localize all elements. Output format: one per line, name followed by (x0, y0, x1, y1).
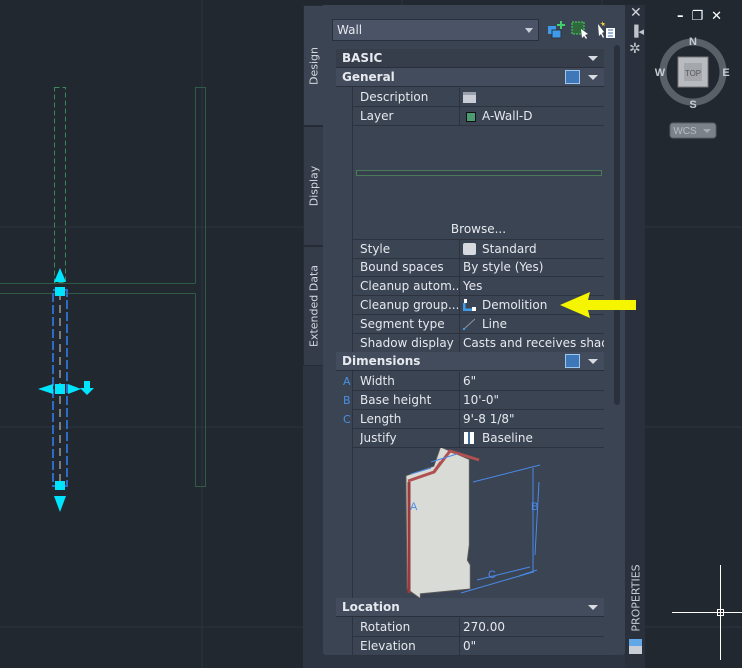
justify-icon (464, 432, 474, 444)
description-icon[interactable] (463, 92, 476, 103)
svg-text:S: S (689, 99, 696, 111)
svg-text:TOP: TOP (685, 69, 701, 78)
object-type-dropdown[interactable]: Wall (332, 19, 539, 41)
property-row-base-height[interactable]: Base height 10'-0" (353, 391, 604, 410)
property-row-layer[interactable]: Layer A-Wall-D (353, 107, 604, 126)
property-row-rotation[interactable]: Rotation 270.00 (353, 618, 604, 637)
select-objects-icon[interactable] (596, 20, 616, 40)
chevron-down-icon (525, 28, 533, 33)
section-general[interactable]: General (336, 68, 604, 87)
cleanup-group-icon (463, 299, 476, 311)
section-dimensions[interactable]: Dimensions (336, 352, 604, 371)
indent-column (336, 87, 353, 655)
style-preview: Browse... (353, 126, 604, 240)
collapse-icon[interactable] (588, 605, 598, 610)
tab-display[interactable]: Display (303, 126, 324, 246)
properties-icon (629, 639, 642, 654)
property-row-width[interactable]: Width 6" (353, 372, 604, 391)
svg-text:W: W (655, 67, 666, 79)
add-selection-icon[interactable] (546, 20, 566, 40)
collapse-icon[interactable] (588, 75, 598, 80)
scrollbar[interactable] (614, 45, 620, 405)
property-row-bound-spaces[interactable]: Bound spaces By style (Yes) (353, 258, 604, 277)
ghost-wall (54, 87, 66, 283)
minimize-icon[interactable]: – (677, 9, 692, 24)
viewcube[interactable]: TOP N S W E WCS (650, 30, 740, 145)
wall-preview (356, 170, 602, 176)
restore-icon[interactable]: ❐ (692, 9, 712, 24)
wcs-dropdown[interactable]: WCS (669, 122, 717, 139)
svg-text:N: N (689, 36, 697, 48)
close-icon[interactable]: ✕ (630, 5, 642, 21)
quick-select-icon[interactable] (570, 20, 590, 40)
collapse-icon[interactable] (588, 56, 598, 61)
wall-style-icon (463, 243, 476, 255)
auto-hide-icon[interactable]: ▐◂ (630, 25, 644, 38)
svg-text:A: A (410, 501, 418, 513)
svg-text:B: B (531, 501, 538, 513)
svg-text:E: E (722, 67, 729, 79)
collapse-icon[interactable] (588, 359, 598, 364)
property-row-shadow-display[interactable]: Shadow displayCasts and receives shad... (353, 334, 604, 353)
property-row-elevation[interactable]: Elevation 0" (353, 637, 604, 656)
settings-icon[interactable]: ✲ (629, 41, 641, 57)
quick-select-icon[interactable] (565, 70, 580, 84)
tab-design[interactable]: Design (303, 5, 324, 126)
palette-title: PROPERTIES (629, 564, 643, 632)
window-controls: –❐✕ (677, 9, 730, 24)
quick-select-icon[interactable] (565, 354, 580, 368)
property-row-length[interactable]: Length 9'-8 1/8" (353, 410, 604, 429)
section-location[interactable]: Location (336, 598, 604, 617)
property-row-description[interactable]: Description (353, 88, 604, 107)
property-row-style[interactable]: Style Standard (353, 240, 604, 259)
layer-color-swatch (466, 112, 476, 122)
section-basic[interactable]: BASIC (336, 49, 604, 68)
close-window-icon[interactable]: ✕ (711, 9, 730, 24)
svg-text:WCS: WCS (673, 126, 697, 137)
line-segment-icon (463, 318, 476, 330)
property-row-justify[interactable]: Justify Baseline (353, 429, 604, 448)
crosshair-cursor (672, 565, 742, 660)
yellow-arrow-annotation (560, 292, 636, 318)
svg-text:C: C (488, 569, 496, 581)
wall-dimensions-diagram: A B C (405, 448, 541, 598)
browse-link[interactable]: Browse... (353, 222, 604, 236)
tab-extended-data[interactable]: Extended Data (303, 246, 324, 366)
